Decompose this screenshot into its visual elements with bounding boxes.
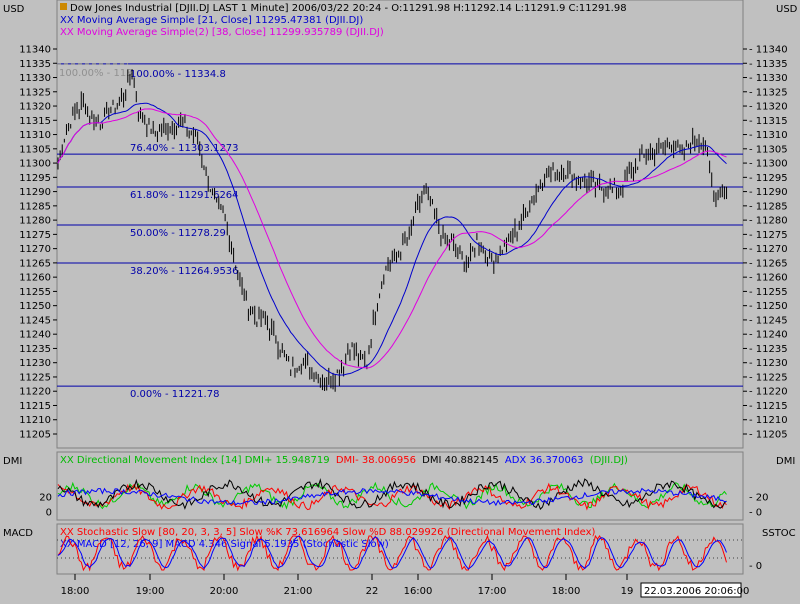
dmi-legend-adx: ADX 36.370063: [505, 455, 584, 466]
dmi-legend-sym: (DJII.DJ): [590, 455, 628, 466]
dmi-tick-label: 0: [46, 508, 52, 519]
y-tick-label: 11315: [19, 116, 51, 127]
dmi-legend-dmi: DMI 40.882145: [422, 455, 499, 466]
y-tick-label: 11275: [19, 230, 51, 241]
y-tick-label: 11290: [19, 187, 51, 198]
y-tick-label-right: - 11305: [749, 144, 788, 155]
y-tick-label-right: - 11285: [749, 201, 788, 212]
y-tick-label: 11295: [19, 173, 51, 184]
y-tick-label-right: - 11315: [749, 116, 788, 127]
currency-left-label: USD: [3, 4, 25, 15]
oscillator-axis: - 0: [749, 561, 762, 572]
y-tick-label-right: - 11235: [749, 344, 788, 355]
y-tick-label: 11220: [19, 387, 51, 398]
dmi-label-left: DMI: [3, 456, 22, 467]
y-tick-label-right: - 11250: [749, 301, 788, 312]
y-tick-label: 11215: [19, 401, 51, 412]
y-tick-label: 11260: [19, 273, 51, 284]
y-tick-label: 11225: [19, 372, 51, 383]
cursor-time-label: 22.03.2006 20:06:00: [644, 586, 749, 597]
price-panel[interactable]: [56, 0, 744, 449]
y-tick-label-right: - 11245: [749, 315, 788, 326]
fib-label-000: 0.00% - 11221.78: [130, 389, 219, 400]
y-tick-label-right: - 11225: [749, 372, 788, 383]
dmi-legend: XX Directional Movement Index [14] DMI+ …: [60, 455, 628, 466]
y-tick-label-right: - 11320: [749, 102, 788, 113]
ma1-legend: XX Moving Average Simple [21, Close] 112…: [60, 15, 363, 26]
y-tick-label: 11305: [19, 144, 51, 155]
y-tick-label-right: - 11210: [749, 415, 788, 426]
y-tick-label: 11320: [19, 102, 51, 113]
y-tick-label-right: - 11340: [749, 45, 788, 56]
y-tick-label-right: - 11215: [749, 401, 788, 412]
fib-label-382: 38.20% - 11264.9536: [130, 266, 239, 277]
dmi-tick-label: 20: [39, 493, 52, 504]
instrument-icon: [60, 3, 67, 10]
y-tick-label-right: - 11325: [749, 87, 788, 98]
y-tick-label-right: - 11230: [749, 358, 788, 369]
y-tick-label: 11270: [19, 244, 51, 255]
y-tick-label-right: - 11265: [749, 258, 788, 269]
macd-label: MACD: [3, 528, 33, 539]
y-tick-label: 11330: [19, 73, 51, 84]
y-tick-label-right: - 11300: [749, 159, 788, 170]
ma2-legend: XX Moving Average Simple(2) [38, Close] …: [60, 27, 384, 38]
y-tick-label: 11300: [19, 159, 51, 170]
y-tick-label-right: - 11220: [749, 387, 788, 398]
osc-tick-label: - 0: [749, 561, 762, 572]
chart-title: Dow Jones Industrial [DJII.DJ LAST 1 Min…: [70, 3, 627, 14]
y-tick-label: 11265: [19, 258, 51, 269]
y-tick-label: 11280: [19, 216, 51, 227]
dmi-tick-label-right: - 0: [749, 508, 762, 519]
chart-canvas[interactable]: USD USD Dow Jones Industrial [DJII.DJ LA…: [0, 0, 800, 600]
y-tick-label: 11255: [19, 287, 51, 298]
time-tick-label: 18:00: [552, 586, 581, 597]
y-tick-label-right: - 11270: [749, 244, 788, 255]
y-tick-label-right: - 11260: [749, 273, 788, 284]
y-tick-label: 11325: [19, 87, 51, 98]
fib-label-500: 50.00% - 11278.29: [130, 228, 226, 239]
y-tick-label-right: - 11240: [749, 330, 788, 341]
y-tick-label: 11250: [19, 301, 51, 312]
y-tick-label: 11310: [19, 130, 51, 141]
y-tick-label: 11235: [19, 344, 51, 355]
time-tick-label: 21:00: [284, 586, 313, 597]
time-tick-label: 19:00: [136, 586, 165, 597]
time-tick-label: 22: [366, 586, 379, 597]
fib-ghost-label: 100.00% - 113: [59, 68, 133, 79]
y-tick-label: 11335: [19, 59, 51, 70]
y-tick-label: 11340: [19, 45, 51, 56]
y-tick-label-right: - 11205: [749, 430, 788, 441]
y-tick-label-right: - 11280: [749, 216, 788, 227]
y-tick-label-right: - 11310: [749, 130, 788, 141]
dmi-legend-main: XX Directional Movement Index [14] DMI+ …: [60, 455, 330, 466]
y-tick-label: 11245: [19, 315, 51, 326]
y-tick-label: 11285: [19, 201, 51, 212]
fib-label-618: 61.80% - 11291.6264: [130, 190, 239, 201]
time-tick-label: 18:00: [61, 586, 90, 597]
stochastic-legend: XX Stochastic Slow [80, 20, 3, 3, 5] Slo…: [60, 527, 596, 538]
sstoc-label: SSTOC: [762, 528, 796, 539]
fib-label-100: 100.00% - 11334.8: [130, 69, 226, 80]
currency-right-label: USD: [776, 4, 798, 15]
y-tick-label: 11205: [19, 430, 51, 441]
y-tick-label-right: - 11330: [749, 73, 788, 84]
y-tick-label-right: - 11290: [749, 187, 788, 198]
y-tick-label: 11230: [19, 358, 51, 369]
y-tick-label: 11210: [19, 415, 51, 426]
fib-label-764: 76.40% - 11303.1273: [130, 143, 239, 154]
y-tick-label-right: - 11295: [749, 173, 788, 184]
dmi-label-right: DMI: [776, 456, 795, 467]
time-tick-label: 19: [621, 586, 634, 597]
y-tick-label-right: - 11335: [749, 59, 788, 70]
chart-window: USD USD Dow Jones Industrial [DJII.DJ LA…: [0, 0, 800, 600]
time-tick-label: 16:00: [404, 586, 433, 597]
dmi-tick-label-right: - 20: [749, 493, 769, 504]
y-tick-label: 11240: [19, 330, 51, 341]
y-tick-label-right: - 11255: [749, 287, 788, 298]
time-tick-label: 20:00: [210, 586, 239, 597]
dmi-legend-minus: DMI- 38.006956: [336, 455, 416, 466]
y-tick-label-right: - 11275: [749, 230, 788, 241]
time-tick-label: 17:00: [478, 586, 507, 597]
